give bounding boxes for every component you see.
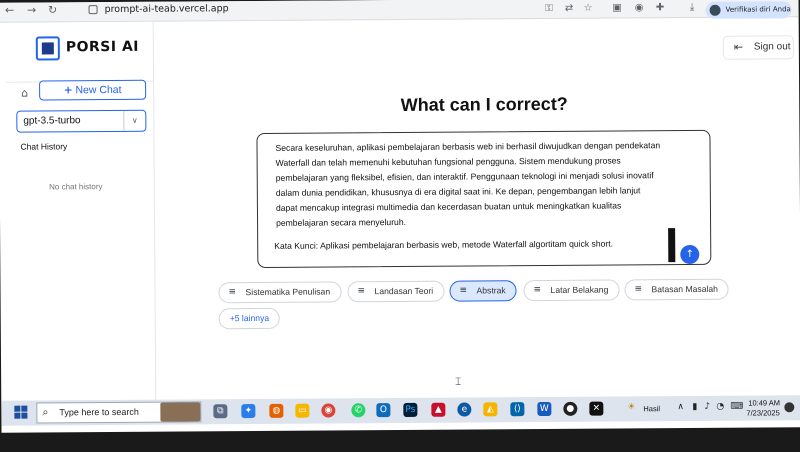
model-select[interactable]: gpt-3.5-turbo ∨ — [16, 109, 147, 133]
signout-button[interactable]: ⇤ Sign out — [722, 35, 794, 60]
chip-label: Latar Belakang — [550, 284, 609, 295]
chip-label: Sistematika Penulisan — [245, 286, 331, 298]
chevron-down-icon[interactable]: ∨ — [123, 110, 146, 131]
star-icon[interactable]: ☆ — [583, 3, 594, 14]
browser-toolbar: ← → ↻ prompt-ai-teab.vercel.app ⚿ ⇄ ☆ ▣ … — [0, 0, 799, 23]
chip-batasan-masalah[interactable]: ≡ Batasan Masalah — [624, 278, 730, 301]
essay-text[interactable]: Secara keseluruhan, aplikasi pembelajara… — [275, 138, 661, 231]
essay-input[interactable]: Secara keseluruhan, aplikasi pembelajara… — [256, 129, 712, 268]
drive-icon[interactable]: ◭ — [483, 402, 498, 417]
chip-landasan-teori[interactable]: ≡ Landasan Teori — [347, 280, 445, 303]
chip-logo-icon — [35, 36, 60, 61]
edge-icon[interactable]: e — [457, 402, 472, 417]
arrow-up-icon: ↑ — [685, 248, 695, 261]
model-selected-value: gpt-3.5-turbo — [23, 115, 81, 127]
mouse-cursor-icon: ⌶ — [455, 376, 462, 388]
firefox-icon[interactable]: ◍ — [269, 403, 284, 418]
chat-history-title: Chat History — [20, 141, 68, 152]
new-chat-button[interactable]: + New Chat — [39, 79, 147, 101]
acrobat-icon[interactable]: ▲ — [431, 402, 446, 417]
key-icon[interactable]: ⚿ — [544, 3, 555, 14]
photoshop-icon[interactable]: Ps — [403, 402, 418, 417]
plus-icon: + — [63, 84, 73, 97]
camera-icon[interactable]: ◉ — [634, 2, 645, 13]
screenshot-icon[interactable]: ▣ — [612, 2, 623, 13]
send-button[interactable]: ↑ — [680, 244, 700, 265]
edit-lines-icon: ≡ — [228, 287, 237, 298]
avatar — [709, 4, 721, 16]
search-icon: ⌕ — [42, 405, 49, 419]
capcut-icon[interactable]: ✕ — [589, 401, 604, 416]
more-chips-button[interactable]: +5 lainnya — [218, 307, 281, 330]
chevron-up-icon[interactable]: ∧ — [677, 402, 684, 412]
screen: ← → ↻ prompt-ai-teab.vercel.app ⚿ ⇄ ☆ ▣ … — [0, 0, 800, 433]
taskbar-search-placeholder: Type here to search — [59, 406, 139, 418]
keyboard-icon[interactable]: ⌨ — [730, 402, 743, 412]
profile-chip[interactable]: Verifikasi diri Anda — [705, 1, 792, 19]
site-info-icon[interactable] — [88, 5, 98, 15]
chip-latar-belakang[interactable]: ≡ Latar Belakang — [523, 279, 620, 302]
vscode-icon[interactable]: ⟨⟩ — [510, 402, 525, 417]
microphone-icon[interactable]: ▮ — [692, 402, 697, 412]
outlook-icon[interactable]: O — [376, 403, 391, 418]
reload-icon[interactable]: ↻ — [46, 3, 60, 17]
text-cursor — [668, 228, 676, 263]
edit-lines-icon: ≡ — [357, 286, 366, 297]
whatsapp-icon[interactable]: ✆ — [351, 403, 366, 418]
word-icon[interactable]: W — [537, 401, 552, 417]
edit-lines-icon: ≡ — [634, 284, 643, 295]
task-view-icon[interactable]: ⧉ — [213, 404, 228, 419]
chip-label: Abstrak — [476, 285, 506, 296]
chip-sistematika[interactable]: ≡ Sistematika Penulisan — [218, 281, 342, 304]
logo-text: PORSI AI — [65, 38, 140, 56]
file-explorer-icon[interactable]: ▭ — [295, 403, 310, 418]
sidebar: PORSI AI ⌂ + New Chat gpt-3.5-turbo ∨ Ch… — [5, 21, 157, 403]
network-icon[interactable]: ◔ — [716, 402, 724, 412]
suggestion-chips: ≡ Sistematika Penulisan ≡ Landasan Teori… — [218, 278, 738, 304]
chip-abstrak[interactable]: ≡ Abstrak — [449, 280, 517, 302]
extensions-icon[interactable]: ✚ — [655, 2, 666, 13]
chip-label: Batasan Masalah — [651, 283, 718, 295]
search-highlight-image — [160, 402, 201, 422]
page-title: What can I correct? — [400, 93, 568, 115]
edit-lines-icon: ≡ — [533, 285, 542, 296]
forward-icon[interactable]: → — [25, 4, 39, 18]
signout-icon: ⇤ — [733, 40, 744, 54]
record-icon[interactable]: ● — [563, 401, 578, 416]
notification-icon[interactable] — [784, 402, 795, 413]
weather-label[interactable]: Hasil — [643, 404, 660, 413]
volume-icon[interactable]: ♪ — [704, 402, 710, 412]
home-icon[interactable]: ⌂ — [21, 87, 28, 100]
weather-icon[interactable]: ☀ — [627, 402, 635, 412]
chip-label: Landasan Teori — [374, 285, 434, 297]
clock-time[interactable]: 10:49 AM — [748, 398, 780, 407]
download-icon[interactable]: ⤓ — [687, 2, 698, 13]
chrome-icon[interactable]: ◉ — [321, 403, 336, 418]
windows-start-icon[interactable] — [14, 405, 28, 419]
taskbar-search[interactable]: ⌕ Type here to search — [36, 401, 202, 424]
clock-date[interactable]: 7/23/2025 — [746, 408, 779, 417]
keywords-text[interactable]: Kata Kunci: Aplikasi pembelajaran berbas… — [274, 238, 654, 251]
taskbar: ⌕ Type here to search ⧉ ✦ ◍ ▭ ◉ ✆ O Ps ▲… — [1, 395, 800, 426]
signout-label: Sign out — [753, 41, 791, 53]
new-chat-label: New Chat — [75, 83, 122, 97]
address-bar[interactable]: prompt-ai-teab.vercel.app — [105, 3, 229, 15]
empty-history-text: No chat history — [49, 182, 103, 192]
translate-icon[interactable]: ⇄ — [564, 3, 575, 14]
copilot-icon[interactable]: ✦ — [241, 404, 256, 419]
profile-label: Verifikasi diri Anda — [725, 5, 791, 14]
back-icon[interactable]: ← — [3, 4, 17, 18]
edit-lines-icon: ≡ — [459, 285, 468, 296]
